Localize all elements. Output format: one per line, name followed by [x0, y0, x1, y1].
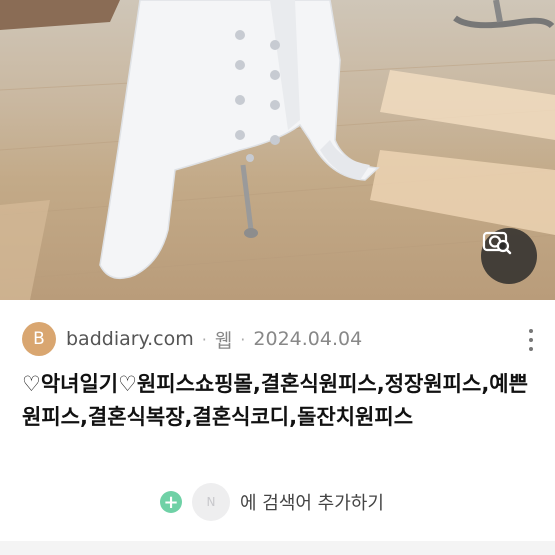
more-options-button[interactable] — [519, 326, 543, 354]
result-date: 2024.04.04 — [253, 328, 363, 350]
add-keyword-row[interactable]: + N 에 검색어 추가하기 — [160, 482, 384, 522]
result-source-row: B baddiary.com · 웹 · 2024.04.04 — [22, 322, 362, 356]
section-divider — [0, 541, 555, 555]
image-search-icon — [482, 231, 512, 255]
plus-icon[interactable]: + — [160, 491, 182, 513]
result-image[interactable] — [0, 0, 555, 300]
more-vertical-icon — [529, 329, 533, 333]
meta-separator: · — [201, 329, 207, 349]
site-favicon[interactable]: B — [22, 322, 56, 356]
result-title-link[interactable]: ♡악녀일기♡원피스쇼핑몰,결혼식원피스,정장원피스,예쁜원피스,결혼식복장,결혼… — [22, 368, 538, 434]
keyword-chip[interactable]: N — [192, 483, 230, 521]
blouse-photo — [0, 0, 555, 300]
add-keyword-label[interactable]: 에 검색어 추가하기 — [240, 489, 384, 515]
image-search-button[interactable] — [481, 228, 537, 284]
meta-separator: · — [240, 329, 246, 349]
result-type: 웹 — [214, 329, 233, 352]
source-domain[interactable]: baddiary.com — [66, 328, 194, 350]
